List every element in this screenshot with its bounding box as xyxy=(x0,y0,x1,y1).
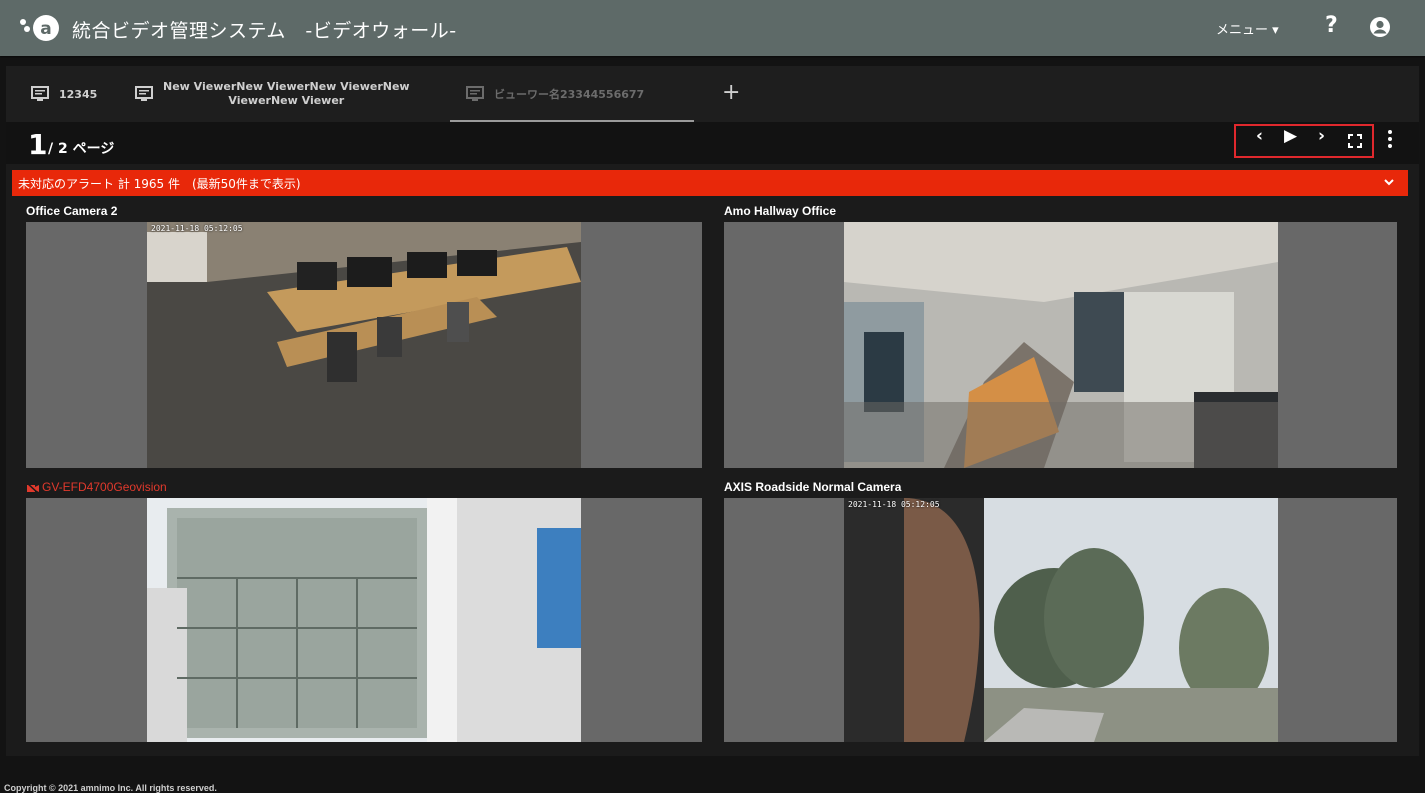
add-tab-button[interactable]: + xyxy=(722,80,740,105)
svg-text:a: a xyxy=(40,19,51,39)
tab-label: ビューワー名23344556677 xyxy=(494,88,645,101)
monitor-icon xyxy=(466,86,484,101)
camera-name: AXIS Roadside Normal Camera xyxy=(724,480,902,494)
more-options-icon[interactable] xyxy=(1387,128,1393,150)
camera-name: Office Camera 2 xyxy=(26,204,118,218)
camera-tile[interactable]: Office Camera 2 2021-11-18 05:12:05 xyxy=(26,204,702,470)
app-title: 統合ビデオ管理システム -ビデオウォール- xyxy=(72,20,457,42)
alert-banner[interactable]: 未対応のアラート 計 1965 件 (最新50件まで表示) xyxy=(12,170,1408,196)
chevron-down-icon[interactable] xyxy=(1382,175,1396,189)
camera-feed: 2021-11-18 05:12:05 xyxy=(26,222,702,468)
next-page-button[interactable]: › xyxy=(1318,126,1325,146)
current-page: 1 xyxy=(28,128,48,161)
tab-label: New ViewerNew ViewerNew ViewerNew Viewer… xyxy=(163,80,410,108)
tab-label-line1: New ViewerNew ViewerNew ViewerNew xyxy=(163,80,410,93)
account-icon[interactable] xyxy=(1368,15,1392,39)
camera-name: Amo Hallway Office xyxy=(724,204,837,218)
camera-feed xyxy=(724,222,1397,468)
copyright-text: Copyright © 2021 amnimo Inc. All rights … xyxy=(4,783,217,793)
monitor-icon xyxy=(135,86,153,101)
camera-timestamp: 2021-11-18 05:12:05 xyxy=(848,500,940,509)
tab-viewer-12345[interactable]: 12345 xyxy=(31,66,97,122)
amnimo-logo[interactable]: a xyxy=(18,12,66,44)
camera-name: GV-EFD4700Geovision xyxy=(42,480,167,494)
play-button[interactable]: ▶ xyxy=(1284,126,1297,146)
menu-button[interactable]: メニュー ▾ xyxy=(1216,19,1279,38)
office-camera-image: 2021-11-18 05:12:05 xyxy=(147,222,581,468)
camera-tile[interactable]: Amo Hallway Office xyxy=(724,204,1397,470)
viewer-tabs: 12345 New ViewerNew ViewerNew ViewerNew … xyxy=(6,66,1419,122)
camera-tile[interactable]: GV-EFD4700Geovision xyxy=(26,480,702,742)
tab-label-line2: ViewerNew Viewer xyxy=(228,94,345,107)
alert-text: 未対応のアラート 計 1965 件 (最新50件まで表示) xyxy=(18,176,301,191)
tab-label: 12345 xyxy=(59,87,98,101)
camera-tile[interactable]: AXIS Roadside Normal Camera 2021-11-18 0… xyxy=(724,480,1397,742)
geovision-camera-image xyxy=(147,498,581,742)
fullscreen-icon[interactable] xyxy=(1348,134,1362,148)
camera-offline-icon xyxy=(27,483,39,494)
top-bar: a 統合ビデオ管理システム -ビデオウォール- メニュー ▾ ? xyxy=(0,0,1425,56)
tab-new-viewer[interactable]: New ViewerNew ViewerNew ViewerNew Viewer… xyxy=(135,66,410,122)
hallway-camera-image xyxy=(844,222,1278,468)
page-bar: 1 / 2 ページ xyxy=(6,122,1419,164)
total-pages: / 2 ページ xyxy=(48,141,115,157)
camera-feed: 2021-11-18 05:12:05 xyxy=(724,498,1397,742)
roadside-camera-image: 2021-11-18 05:12:05 xyxy=(844,498,1278,742)
camera-feed xyxy=(26,498,702,742)
help-icon[interactable]: ? xyxy=(1325,13,1338,38)
tab-active-viewer[interactable]: ビューワー名23344556677 xyxy=(466,66,644,122)
camera-timestamp: 2021-11-18 05:12:05 xyxy=(151,224,243,233)
prev-page-button[interactable]: ‹ xyxy=(1256,126,1263,146)
monitor-icon xyxy=(31,86,49,101)
